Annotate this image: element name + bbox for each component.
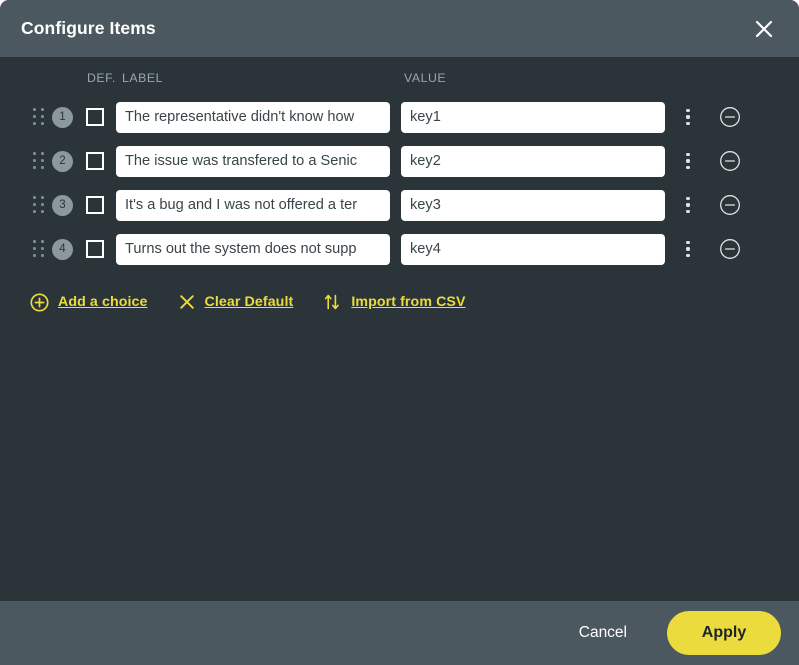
remove-row-icon[interactable] [719,238,741,260]
row-menu-icon[interactable] [681,107,695,127]
items-list: 1 2 3 4 [0,95,799,271]
configure-items-dialog: Configure Items DEF. LABEL VALUE 1 2 3 4 [0,0,799,665]
cancel-button[interactable]: Cancel [561,614,645,652]
label-input[interactable] [116,233,390,265]
drag-handle-icon[interactable] [33,152,46,170]
import-from-csv-label: Import from CSV [351,294,466,310]
dialog-title: Configure Items [21,18,156,38]
default-checkbox[interactable] [86,152,104,170]
label-input[interactable] [116,189,390,221]
column-header-default: DEF. [87,71,116,85]
action-links: Add a choice Clear Default Import from C… [0,283,799,321]
remove-row-icon[interactable] [719,150,741,172]
add-a-choice-button[interactable]: Add a choice [30,292,148,312]
row-menu-icon[interactable] [681,151,695,171]
row-index-badge: 1 [52,106,73,128]
remove-row-icon[interactable] [719,106,741,128]
remove-row-icon[interactable] [719,194,741,216]
label-input[interactable] [116,101,390,133]
plus-circle-icon [30,292,49,312]
value-input[interactable] [401,189,665,221]
row-index-badge: 3 [52,194,73,216]
column-header-value: VALUE [404,71,447,85]
table-row: 4 [0,227,799,271]
close-icon[interactable] [749,14,779,44]
row-index-badge: 2 [52,150,73,172]
default-checkbox[interactable] [86,240,104,258]
clear-default-label: Clear Default [204,294,294,310]
dialog-header: Configure Items [0,0,799,57]
label-input[interactable] [116,145,390,177]
value-input[interactable] [401,101,665,133]
up-down-arrows-icon [323,292,342,312]
table-row: 3 [0,183,799,227]
dialog-body: DEF. LABEL VALUE 1 2 3 4 Add a choice [0,57,799,601]
drag-handle-icon[interactable] [33,108,46,126]
value-input[interactable] [401,233,665,265]
close-x-icon [178,293,196,311]
default-checkbox[interactable] [86,108,104,126]
add-a-choice-label: Add a choice [58,294,148,310]
drag-handle-icon[interactable] [33,196,46,214]
row-index-badge: 4 [52,238,73,260]
column-headers: DEF. LABEL VALUE [0,65,799,95]
apply-button[interactable]: Apply [667,611,781,655]
row-menu-icon[interactable] [681,195,695,215]
clear-default-button[interactable]: Clear Default [178,293,294,311]
column-header-label: LABEL [122,71,164,85]
dialog-footer: Cancel Apply [0,601,799,665]
import-from-csv-button[interactable]: Import from CSV [323,292,465,312]
table-row: 1 [0,95,799,139]
table-row: 2 [0,139,799,183]
default-checkbox[interactable] [86,196,104,214]
row-menu-icon[interactable] [681,239,695,259]
value-input[interactable] [401,145,665,177]
drag-handle-icon[interactable] [33,240,46,258]
